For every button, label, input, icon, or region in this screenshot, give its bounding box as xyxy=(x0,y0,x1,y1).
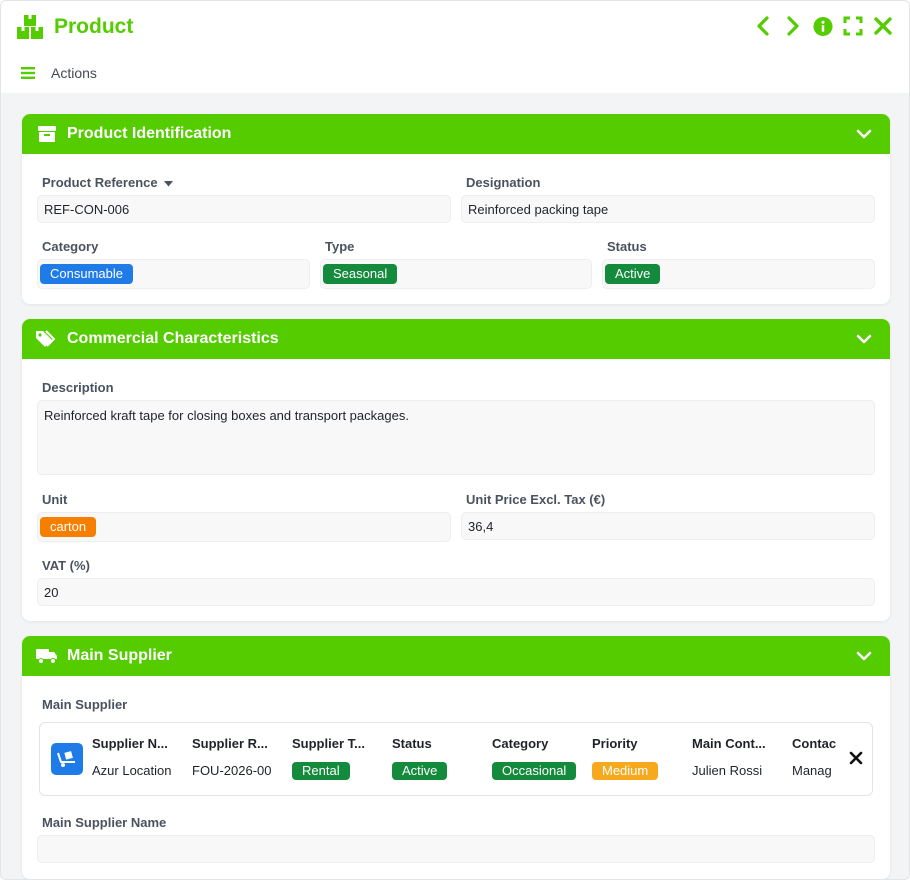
remove-supplier-icon[interactable] xyxy=(848,750,864,766)
box-icon xyxy=(36,124,58,144)
product-identification-section: Product Identification Product Reference… xyxy=(22,114,890,304)
chevron-left-icon xyxy=(757,16,769,36)
info-circle-icon xyxy=(813,16,833,36)
category-tag: Consumable xyxy=(40,264,133,284)
description-label: Description xyxy=(42,380,114,395)
caret-down-icon xyxy=(163,180,173,187)
type-tag: Seasonal xyxy=(323,264,398,284)
unit-field[interactable]: carton xyxy=(37,512,451,542)
unit-price-label: Unit Price Excl. Tax (€) xyxy=(466,492,606,507)
supplier-column-status: Status Active xyxy=(392,736,480,782)
commercial-characteristics-header[interactable]: Commercial Characteristics xyxy=(22,319,890,359)
designation-field[interactable]: Reinforced packing tape xyxy=(461,195,875,223)
chevron-right-icon xyxy=(787,16,799,36)
chevron-down-icon[interactable] xyxy=(856,331,872,347)
description-field[interactable]: Reinforced kraft tape for closing boxes … xyxy=(37,400,875,475)
type-field[interactable]: Seasonal xyxy=(320,259,592,289)
close-button[interactable] xyxy=(873,15,893,37)
supplier-column-name: Supplier N... Azur Location xyxy=(92,736,172,778)
category-field[interactable]: Consumable xyxy=(37,259,310,289)
supplier-status-tag: Active xyxy=(392,762,448,780)
product-identification-header[interactable]: Product Identification xyxy=(22,114,890,154)
unit-price-field[interactable]: 36,4 xyxy=(461,512,875,540)
type-label: Type xyxy=(325,239,355,254)
previous-button[interactable] xyxy=(753,15,773,37)
main-supplier-name-label: Main Supplier Name xyxy=(42,815,167,830)
window-controls xyxy=(753,15,893,37)
next-button[interactable] xyxy=(783,15,803,37)
vat-label: VAT (%) xyxy=(42,558,90,573)
designation-label: Designation xyxy=(466,175,541,190)
unit-label: Unit xyxy=(42,492,68,507)
vat-field[interactable]: 20 xyxy=(37,578,875,606)
status-field[interactable]: Active xyxy=(602,259,875,289)
window-header: Product Actions xyxy=(1,1,909,93)
truck-icon xyxy=(36,646,58,666)
supplier-priority-tag: Medium xyxy=(592,762,659,780)
supplier-column-contact: Contac Manag xyxy=(792,736,836,778)
supplier-type-tag: Rental xyxy=(292,762,350,780)
supplier-column-category: Category Occasional xyxy=(492,736,580,782)
category-label: Category xyxy=(42,239,99,254)
commercial-characteristics-section: Commercial Characteristics Description R… xyxy=(22,319,890,621)
supplier-category-tag: Occasional xyxy=(492,762,577,780)
boxes-icon xyxy=(17,15,43,39)
supplier-record-card[interactable]: Supplier N... Azur Location Supplier R..… xyxy=(39,722,873,796)
product-reference-field[interactable]: REF-CON-006 xyxy=(37,195,451,223)
product-reference-label[interactable]: Product Reference xyxy=(42,175,173,190)
actions-menu[interactable]: Actions xyxy=(21,65,97,81)
fullscreen-button[interactable] xyxy=(843,15,863,37)
main-supplier-header[interactable]: Main Supplier xyxy=(22,636,890,676)
product-window: Product Actions Product Identification P… xyxy=(0,0,910,880)
chevron-down-icon[interactable] xyxy=(856,126,872,142)
tags-icon xyxy=(36,329,58,349)
chevron-down-icon[interactable] xyxy=(856,648,872,664)
info-button[interactable] xyxy=(813,15,833,37)
truck-loading-icon xyxy=(57,751,75,767)
section-title: Product Identification xyxy=(67,125,232,142)
supplier-column-priority: Priority Medium xyxy=(592,736,680,782)
window-title: Product xyxy=(54,15,134,38)
actions-label: Actions xyxy=(51,65,97,81)
hamburger-icon xyxy=(21,67,35,79)
supplier-column-main-contact: Main Cont... Julien Rossi xyxy=(692,736,766,778)
supplier-column-type: Supplier T... Rental xyxy=(292,736,365,780)
unit-tag: carton xyxy=(40,517,97,537)
status-tag: Active xyxy=(605,264,661,284)
section-title: Commercial Characteristics xyxy=(67,330,279,347)
main-supplier-name-field[interactable] xyxy=(37,835,875,863)
section-title: Main Supplier xyxy=(67,647,172,664)
main-supplier-label: Main Supplier xyxy=(42,697,128,712)
supplier-avatar xyxy=(51,743,83,775)
expand-icon xyxy=(843,16,863,36)
close-icon xyxy=(874,17,892,35)
status-label: Status xyxy=(607,239,647,254)
supplier-column-reference: Supplier R... FOU-2026-00 xyxy=(192,736,272,778)
main-supplier-section: Main Supplier Main Supplier Supplier N..… xyxy=(22,636,890,879)
